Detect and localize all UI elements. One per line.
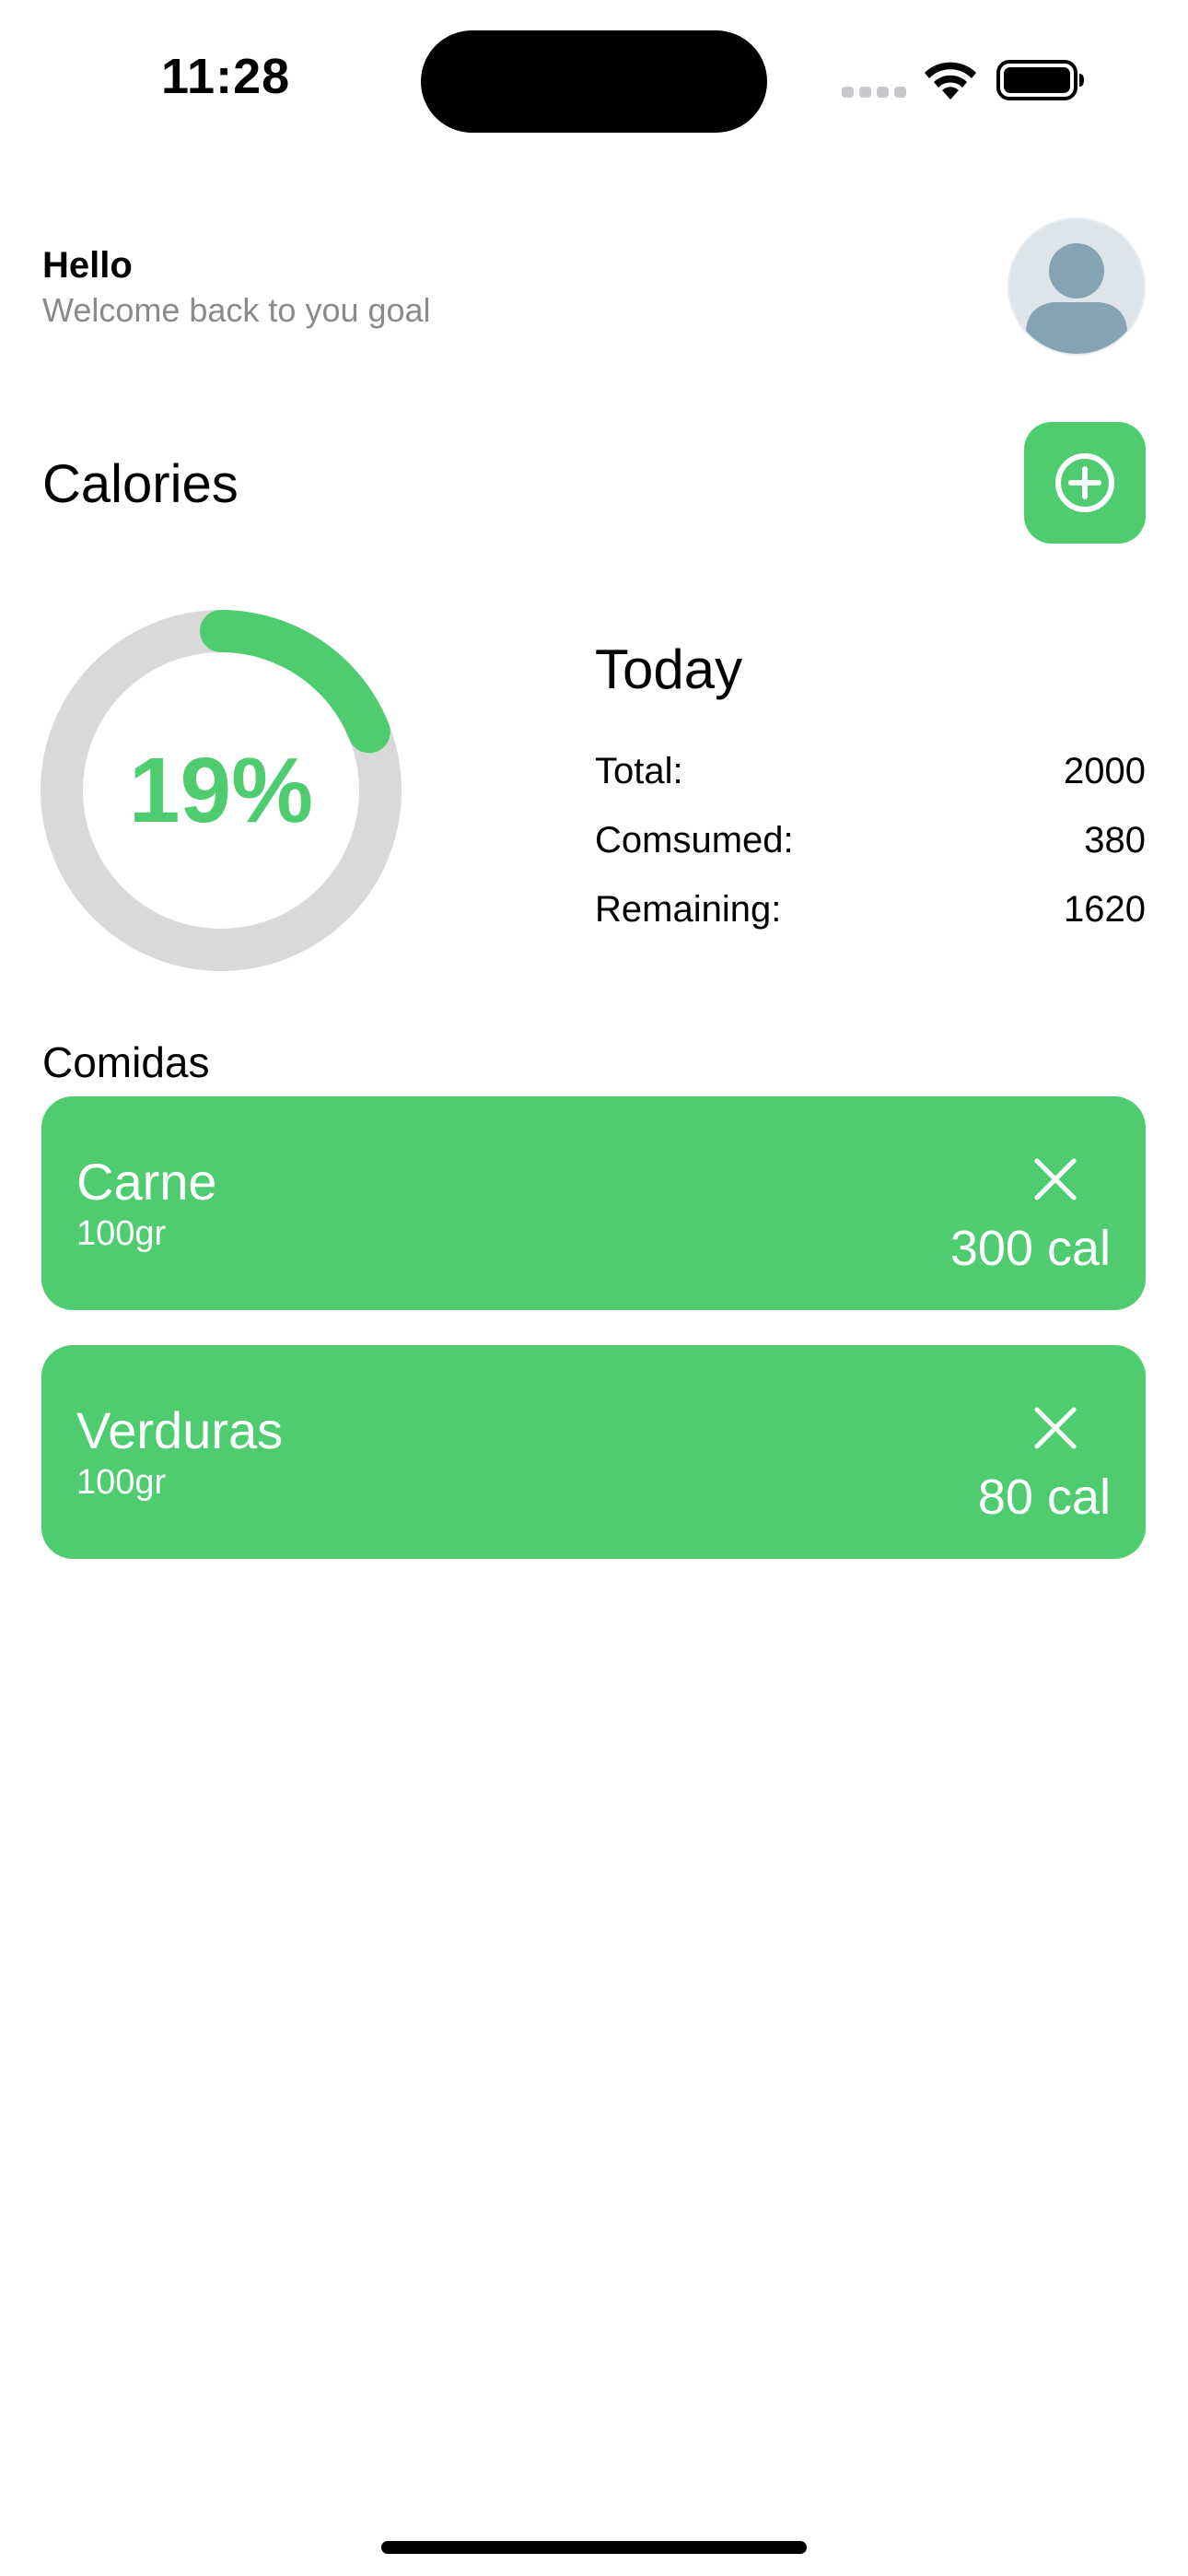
- status-bar: 11:28: [0, 0, 1188, 157]
- wifi-icon: [925, 62, 976, 100]
- stat-label: Total:: [595, 751, 683, 791]
- add-meal-button[interactable]: [1024, 422, 1146, 544]
- status-time: 11:28: [161, 49, 291, 104]
- close-icon[interactable]: [1033, 1157, 1077, 1201]
- stat-value: 380: [1084, 820, 1146, 861]
- stat-value: 1620: [1064, 889, 1146, 930]
- today-title: Today: [595, 638, 743, 700]
- stat-label: Remaining:: [595, 889, 782, 930]
- greeting-title: Hello: [42, 245, 133, 286]
- meal-calories: 80 cal: [977, 1469, 1111, 1525]
- stat-row-total: Total: 2000: [595, 737, 1146, 806]
- meal-calories: 300 cal: [949, 1221, 1111, 1276]
- meal-card-verduras[interactable]: Verduras 100gr 80 cal: [41, 1345, 1146, 1559]
- meal-amount: 100gr: [76, 1463, 167, 1502]
- person-avatar-icon: [1026, 243, 1127, 354]
- plus-circle-icon: [1055, 453, 1114, 512]
- greeting-subtitle: Welcome back to you goal: [42, 291, 431, 329]
- stat-label: Comsumed:: [595, 820, 794, 861]
- stat-value: 2000: [1064, 751, 1146, 791]
- home-indicator[interactable]: [381, 2541, 807, 2554]
- avatar[interactable]: [1007, 217, 1146, 356]
- close-icon[interactable]: [1033, 1406, 1077, 1450]
- progress-percentage: 19%: [128, 738, 314, 842]
- battery-icon: [996, 60, 1084, 100]
- cellular-signal-icon: [842, 87, 906, 98]
- stat-row-consumed: Comsumed: 380: [595, 806, 1146, 875]
- dynamic-island: [421, 30, 767, 133]
- stat-row-remaining: Remaining: 1620: [595, 875, 1146, 944]
- calories-title: Calories: [42, 454, 239, 514]
- meal-name: Verduras: [76, 1401, 284, 1459]
- meal-card-carne[interactable]: Carne 100gr 300 cal: [41, 1096, 1146, 1310]
- today-stats: Total: 2000 Comsumed: 380 Remaining: 162…: [595, 737, 1146, 944]
- meal-amount: 100gr: [76, 1214, 167, 1253]
- meals-title: Comidas: [42, 1038, 210, 1086]
- meal-name: Carne: [76, 1153, 217, 1211]
